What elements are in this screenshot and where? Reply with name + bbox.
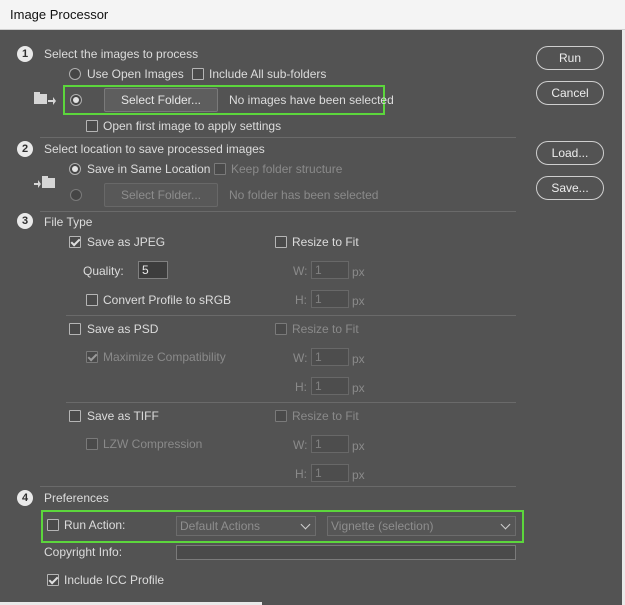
action-select[interactable]: Vignette (selection) [327, 516, 516, 536]
cancel-button[interactable]: Cancel [536, 81, 604, 105]
jpeg-resize-label[interactable]: Resize to Fit [292, 235, 359, 249]
jpeg-height-input[interactable]: 1 [311, 290, 349, 308]
maximize-compatibility-checkbox[interactable] [86, 351, 98, 363]
divider-3 [40, 486, 516, 487]
psd-height-label: H: [295, 380, 307, 394]
save-as-psd-checkbox[interactable] [69, 323, 81, 335]
section-1-title: Select the images to process [44, 47, 199, 61]
open-first-image-checkbox[interactable] [86, 120, 98, 132]
section-3-number: 3 [17, 213, 33, 229]
save-as-psd-label[interactable]: Save as PSD [87, 322, 158, 336]
convert-profile-label[interactable]: Convert Profile to sRGB [103, 293, 231, 307]
load-button[interactable]: Load... [536, 141, 604, 165]
jpeg-resize-checkbox[interactable] [275, 236, 287, 248]
tiff-height-unit: px [352, 468, 365, 482]
quality-label: Quality: [83, 264, 124, 278]
copyright-input[interactable] [176, 545, 516, 560]
tiff-height-input[interactable]: 1 [311, 464, 349, 482]
jpeg-width-unit: px [352, 265, 365, 279]
psd-width-input[interactable]: 1 [311, 348, 349, 366]
tiff-width-input[interactable]: 1 [311, 435, 349, 453]
include-icc-checkbox[interactable] [47, 574, 59, 586]
copyright-label: Copyright Info: [44, 545, 123, 559]
maximize-compatibility-label[interactable]: Maximize Compatibility [103, 350, 226, 364]
jpeg-height-unit: px [352, 294, 365, 308]
window-title: Image Processor [10, 7, 109, 22]
destination-folder-status: No folder has been selected [229, 188, 379, 202]
folder-arrow-out-icon [34, 176, 55, 188]
save-as-tiff-label[interactable]: Save as TIFF [87, 409, 159, 423]
title-bar: Image Processor [0, 0, 625, 30]
lzw-compression-label[interactable]: LZW Compression [103, 437, 202, 451]
psd-width-unit: px [352, 352, 365, 366]
save-same-location-label[interactable]: Save in Same Location [87, 162, 210, 176]
lzw-compression-checkbox[interactable] [86, 438, 98, 450]
folder-arrow-icon [34, 92, 56, 105]
save-as-tiff-checkbox[interactable] [69, 410, 81, 422]
include-subfolders-checkbox[interactable] [192, 68, 204, 80]
section-1-number: 1 [17, 46, 33, 62]
open-first-image-label[interactable]: Open first image to apply settings [103, 119, 281, 133]
source-folder-status: No images have been selected [229, 93, 394, 107]
divider-1 [40, 137, 516, 138]
tiff-resize-checkbox[interactable] [275, 410, 287, 422]
jpeg-width-input[interactable]: 1 [311, 261, 349, 279]
psd-resize-label[interactable]: Resize to Fit [292, 322, 359, 336]
quality-input[interactable]: 5 [138, 261, 168, 279]
divider-psd [66, 402, 516, 403]
image-processor-dialog: Image Processor Run Cancel Load... Save.… [0, 0, 625, 605]
section-3-title: File Type [44, 215, 93, 229]
keep-structure-checkbox[interactable] [214, 163, 226, 175]
tiff-resize-label[interactable]: Resize to Fit [292, 409, 359, 423]
divider-2 [40, 211, 516, 212]
action-set-value: Default Actions [180, 519, 261, 533]
tiff-width-unit: px [352, 439, 365, 453]
use-open-images-label[interactable]: Use Open Images [87, 67, 184, 81]
run-action-label[interactable]: Run Action: [64, 518, 125, 532]
divider-jpeg [66, 315, 516, 316]
run-button[interactable]: Run [536, 46, 604, 70]
select-folder-radio[interactable] [70, 94, 82, 106]
save-same-location-radio[interactable] [69, 163, 81, 175]
chevron-down-icon [300, 519, 311, 530]
section-2-number: 2 [17, 141, 33, 157]
save-as-jpeg-label[interactable]: Save as JPEG [87, 235, 165, 249]
action-set-select[interactable]: Default Actions [176, 516, 316, 536]
section-4-title: Preferences [44, 491, 109, 505]
include-subfolders-label[interactable]: Include All sub-folders [209, 67, 326, 81]
run-action-checkbox[interactable] [47, 519, 59, 531]
jpeg-width-label: W: [293, 264, 308, 278]
psd-height-input[interactable]: 1 [311, 377, 349, 395]
tiff-height-label: H: [295, 467, 307, 481]
use-open-images-radio[interactable] [69, 68, 81, 80]
psd-width-label: W: [293, 351, 308, 365]
action-value: Vignette (selection) [331, 519, 434, 533]
psd-height-unit: px [352, 381, 365, 395]
psd-resize-checkbox[interactable] [275, 323, 287, 335]
save-as-jpeg-checkbox[interactable] [69, 236, 81, 248]
select-destination-folder-button[interactable]: Select Folder... [104, 183, 218, 207]
save-button[interactable]: Save... [536, 176, 604, 200]
section-4-number: 4 [17, 490, 33, 506]
tiff-width-label: W: [293, 438, 308, 452]
convert-profile-checkbox[interactable] [86, 294, 98, 306]
jpeg-height-label: H: [295, 293, 307, 307]
keep-structure-label[interactable]: Keep folder structure [231, 162, 342, 176]
include-icc-label[interactable]: Include ICC Profile [64, 573, 164, 587]
chevron-down-icon [500, 519, 511, 530]
select-destination-radio[interactable] [70, 189, 82, 201]
section-2-title: Select location to save processed images [44, 142, 265, 156]
select-source-folder-button[interactable]: Select Folder... [104, 88, 218, 112]
